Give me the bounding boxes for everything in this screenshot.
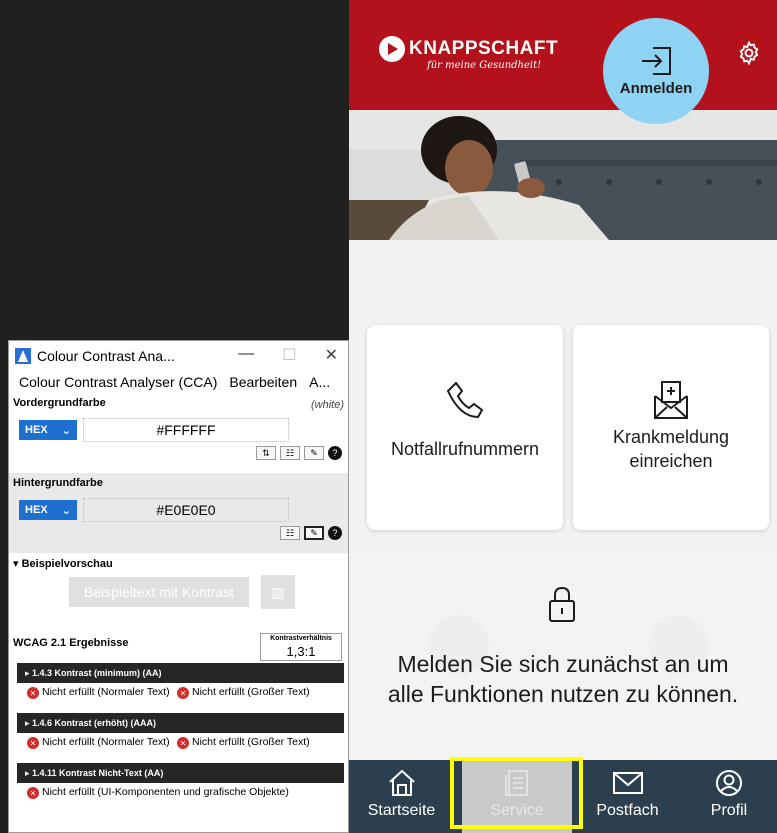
cca-title: Colour Contrast Ana... (37, 348, 175, 364)
background-hex-input[interactable]: #E0E0E0 (83, 498, 289, 522)
nav-label: Profil (710, 802, 748, 819)
locked-area: Melden Sie sich zunächst an um alle Funk… (349, 555, 777, 760)
wcag-results-section: WCAG 2.1 Ergebnisse Kontrastverhältnis 1… (9, 629, 348, 663)
fail-icon: ✕ (177, 737, 189, 749)
criterion-1-4-11-header[interactable]: ▸ 1.4.11 Kontrast Nicht-Text (AA) (17, 763, 344, 783)
sample-preview-text: Beispieltext mit Kontrast (69, 577, 249, 607)
help-icon[interactable]: ? (328, 526, 342, 540)
tile-label: Krankmeldung einreichen (612, 427, 730, 471)
minimize-button[interactable]: — (238, 345, 254, 365)
fail-icon: ✕ (27, 787, 39, 799)
cca-app-icon (15, 348, 31, 364)
knappschaft-app: KNAPPSCHAFT für meine Gesundheit! Anmeld… (349, 0, 777, 833)
mail-icon (612, 772, 643, 794)
fail-icon: ✕ (27, 687, 39, 699)
gear-icon[interactable] (736, 40, 762, 66)
phone-icon (446, 381, 484, 419)
chevron-down-icon: ⌄ (61, 424, 71, 437)
cca-menubar: Colour Contrast Analyser (CCA) Bearbeite… (9, 371, 348, 393)
background-format-label: HEX (25, 504, 48, 516)
nav-service[interactable]: Service (462, 760, 572, 833)
locked-message: Melden Sie sich zunächst an um alle Funk… (387, 651, 739, 707)
nav-label: Postfach (596, 802, 659, 819)
background-label: Hintergrundfarbe (13, 477, 103, 489)
sample-preview-section: ▾ Beispielvorschau Beispieltext mit Kont… (9, 553, 348, 629)
cca-window: Colour Contrast Ana... — ☐ ✕ Colour Cont… (8, 340, 349, 833)
result-normal-text: Nicht erfüllt (Normaler Text) (42, 686, 170, 698)
eyedropper-icon[interactable]: ✎ (304, 446, 324, 460)
criterion-1-4-3-results: ✕ Nicht erfüllt (Normaler Text) ✕ Nicht er… (9, 683, 348, 713)
close-button[interactable]: ✕ (325, 345, 338, 365)
criterion-1-4-6-header[interactable]: ▸ 1.4.6 Kontrast (erhöht) (AAA) (17, 713, 344, 733)
criterion-1-4-6-results: ✕ Nicht erfüllt (Normaler Text) ✕ Nicht er… (9, 733, 348, 763)
result-large-text: Nicht erfüllt (Großer Text) (192, 736, 310, 748)
eyedropper-icon[interactable]: ✎ (304, 526, 324, 540)
logo-mark-icon (379, 36, 405, 62)
hero-photo (349, 110, 777, 240)
color-sliders-icon[interactable]: ☷ (280, 526, 300, 540)
foreground-color-name: (white) (310, 399, 344, 411)
cca-titlebar[interactable]: Colour Contrast Ana... — ☐ ✕ (9, 341, 348, 371)
fail-icon: ✕ (177, 687, 189, 699)
tile-notfallrufnummern[interactable]: Notfallrufnummern (367, 325, 563, 530)
nav-label: Service (490, 802, 544, 819)
menu-item-cca[interactable]: Colour Contrast Analyser (CCA) (19, 374, 217, 390)
help-icon[interactable]: ? (328, 446, 342, 460)
chevron-down-icon: ⌄ (61, 504, 71, 517)
hero-image (349, 110, 777, 240)
sample-preview-toggle[interactable]: ▾ Beispielvorschau (13, 557, 344, 570)
fail-icon: ✕ (27, 737, 39, 749)
criterion-1-4-11-results: ✕ Nicht erfüllt (UI-Komponenten und grafi… (9, 783, 348, 803)
background-format-select[interactable]: HEX ⌄ (19, 500, 77, 520)
brand-tagline: für meine Gesundheit! (427, 60, 542, 71)
nav-profil[interactable]: Profil (694, 760, 764, 833)
foreground-hex-input[interactable]: #FFFFFF (83, 418, 289, 442)
result-large-text: Nicht erfüllt (Großer Text) (192, 686, 310, 698)
contrast-ratio-label: Kontrastverhältnis (270, 635, 332, 642)
app-header: KNAPPSCHAFT für meine Gesundheit! (349, 0, 777, 110)
foreground-format-label: HEX (25, 424, 48, 436)
tile-krankmeldung[interactable]: Krankmeldung einreichen (573, 325, 769, 530)
menu-item-bearbeiten[interactable]: Bearbeiten (229, 374, 297, 390)
sick-note-icon (654, 381, 688, 419)
foreground-label: Vordergrundfarbe (13, 397, 106, 409)
login-label: Anmelden (619, 79, 693, 97)
foreground-section: Vordergrundfarbe (white) HEX ⌄ #FFFFFF ⇅… (9, 393, 348, 473)
maximize-button[interactable]: ☐ (282, 345, 296, 365)
contrast-ratio-box: Kontrastverhältnis 1,3:1 (260, 633, 342, 661)
nav-label: Startseite (367, 802, 436, 819)
service-icon (505, 770, 528, 796)
result-ui-components: Nicht erfüllt (UI-Komponenten und grafis… (42, 786, 289, 798)
result-normal-text: Nicht erfüllt (Normaler Text) (42, 736, 170, 748)
chart-preview-icon: ▥ (261, 575, 295, 609)
contrast-ratio-value: 1,3:1 (286, 644, 316, 659)
menu-item-more[interactable]: A... (309, 374, 330, 390)
color-sliders-icon[interactable]: ☷ (280, 446, 300, 460)
nav-postfach[interactable]: Postfach (585, 760, 670, 833)
lock-icon (549, 586, 575, 622)
foreground-format-select[interactable]: HEX ⌄ (19, 420, 77, 440)
tile-label: Notfallrufnummern (390, 439, 540, 459)
brand-name: KNAPPSCHAFT (409, 38, 559, 59)
nav-startseite[interactable]: Startseite (359, 760, 444, 833)
background-section: Hintergrundfarbe HEX ⌄ #E0E0E0 ☷ ✎ ? (9, 473, 348, 553)
criterion-1-4-3-header[interactable]: ▸ 1.4.3 Kontrast (minimum) (AA) (17, 663, 344, 683)
bottom-navbar: Startseite Service Postfach Profil (349, 760, 777, 833)
login-button[interactable]: Anmelden (603, 18, 709, 124)
swap-colors-icon[interactable]: ⇅ (256, 446, 276, 460)
profile-icon (716, 770, 742, 796)
login-icon (642, 46, 671, 75)
wcag-results-label: WCAG 2.1 Ergebnisse (13, 637, 129, 649)
home-icon (388, 769, 415, 796)
